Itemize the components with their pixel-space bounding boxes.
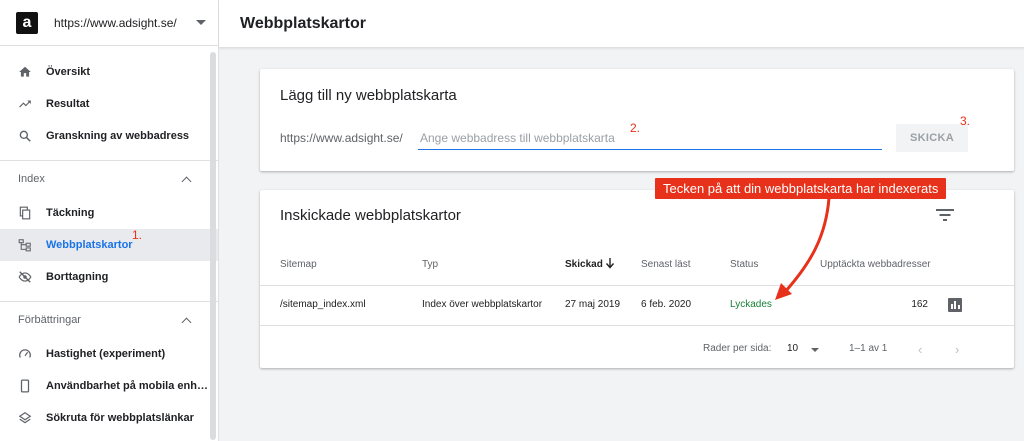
sidebar-scrollbar[interactable] <box>210 52 216 440</box>
eye-off-icon <box>18 270 32 284</box>
caret-down-icon[interactable] <box>196 20 206 25</box>
column-header-sitemap[interactable]: Sitemap <box>280 259 317 270</box>
cell-last-read: 6 feb. 2020 <box>641 299 692 310</box>
sidebar-item-label: Resultat <box>46 98 90 110</box>
add-sitemap-title: Lägg till ny webbplatskarta <box>280 87 457 104</box>
property-logo: a <box>16 11 38 34</box>
section-header-enhancements[interactable]: Förbättringar <box>0 302 218 338</box>
property-selector[interactable]: a https://www.adsight.se/ <box>0 0 218 46</box>
speed-icon <box>18 347 32 361</box>
sidebar-item-label: Hastighet (experiment) <box>46 348 166 360</box>
url-prefix: https://www.adsight.se/ <box>280 131 403 145</box>
trending-up-icon <box>18 97 32 111</box>
layers-icon <box>18 411 32 425</box>
cell-submitted: 27 maj 2019 <box>565 299 621 310</box>
annotation-step-3: 3. <box>960 114 971 128</box>
sitemap-icon <box>18 238 32 252</box>
next-page-icon[interactable]: › <box>955 342 959 357</box>
divider <box>260 325 1014 326</box>
mobile-icon <box>18 379 32 393</box>
cell-sitemap: /sitemap_index.xml <box>280 299 366 310</box>
home-icon <box>18 65 32 79</box>
page-header: Webbplatskartor <box>219 0 1024 48</box>
sidebar-item-sitemaps[interactable]: Webbplatskartor <box>0 229 218 261</box>
column-header-last-read[interactable]: Senast läst <box>641 259 690 270</box>
column-header-discovered-urls[interactable]: Upptäckta webbadresser <box>820 259 931 270</box>
add-sitemap-card: Lägg till ny webbplatskarta https://www.… <box>260 69 1014 171</box>
sidebar-item-coverage[interactable]: Täckning <box>0 197 218 229</box>
chevron-up-icon[interactable] <box>181 317 192 327</box>
filter-icon[interactable] <box>936 208 954 222</box>
sitemap-url-input[interactable] <box>418 126 882 150</box>
annotation-step-1: 1. <box>132 228 143 242</box>
coverage-icon <box>18 206 32 220</box>
divider <box>260 285 1014 286</box>
search-icon <box>18 129 32 143</box>
section-title: Index <box>18 173 45 185</box>
annotation-callout: Tecken på att din webbplatskarta har ind… <box>655 178 947 199</box>
annotation-step-2: 2. <box>630 121 641 135</box>
submitted-sitemaps-card: Inskickade webbplatskartor Sitemap Typ S… <box>260 190 1014 368</box>
bar-chart-icon[interactable] <box>948 298 962 312</box>
section-header-index[interactable]: Index <box>0 161 218 197</box>
column-header-status[interactable]: Status <box>730 259 758 270</box>
sidebar-item-label: Borttagning <box>46 271 109 283</box>
chevron-down-icon[interactable] <box>811 348 819 352</box>
sidebar-item-mobile-usability[interactable]: Användbarhet på mobila enh… <box>0 370 218 402</box>
sidebar-item-label: Webbplatskartor <box>46 239 133 251</box>
sidebar-item-removals[interactable]: Borttagning <box>0 261 218 293</box>
chevron-up-icon[interactable] <box>181 176 192 186</box>
sidebar-item-performance[interactable]: Resultat <box>0 88 218 120</box>
sidebar-item-label: Täckning <box>46 207 95 219</box>
sidebar-item-speed[interactable]: Hastighet (experiment) <box>0 338 218 370</box>
sidebar-item-label: Granskning av webbadress <box>46 130 190 142</box>
cell-discovered-urls: 162 <box>911 299 928 310</box>
pagination-range: 1–1 av 1 <box>849 343 888 354</box>
sort-arrow-down-icon[interactable] <box>605 256 615 269</box>
sidebar-item-url-inspection[interactable]: Granskning av webbadress <box>0 120 218 152</box>
property-url: https://www.adsight.se/ <box>54 15 177 30</box>
sidebar-item-sitelinks-searchbox[interactable]: Sökruta för webbplatslänkar <box>0 402 218 434</box>
column-header-type[interactable]: Typ <box>422 259 438 270</box>
sidebar-item-label: Användbarhet på mobila enh… <box>46 380 208 392</box>
prev-page-icon[interactable]: ‹ <box>918 342 922 357</box>
rows-per-page-select[interactable]: 10 <box>787 343 798 354</box>
cell-type: Index över webbplatskartor <box>422 299 543 310</box>
sidebar-item-label: Översikt <box>46 66 91 78</box>
sidebar-item-overview[interactable]: Översikt <box>0 56 218 88</box>
submitted-sitemaps-title: Inskickade webbplatskartor <box>280 207 461 224</box>
submit-button[interactable]: SKICKA <box>896 124 968 152</box>
page-title: Webbplatskartor <box>240 14 366 32</box>
column-header-submitted[interactable]: Skickad <box>565 259 603 270</box>
rows-per-page-label: Rader per sida: <box>703 343 772 354</box>
sidebar: a https://www.adsight.se/ Översikt Resul… <box>0 0 219 441</box>
sidebar-item-label: Sökruta för webbplatslänkar <box>46 412 194 424</box>
section-title: Förbättringar <box>18 314 81 326</box>
status-badge: Lyckades <box>730 299 772 310</box>
